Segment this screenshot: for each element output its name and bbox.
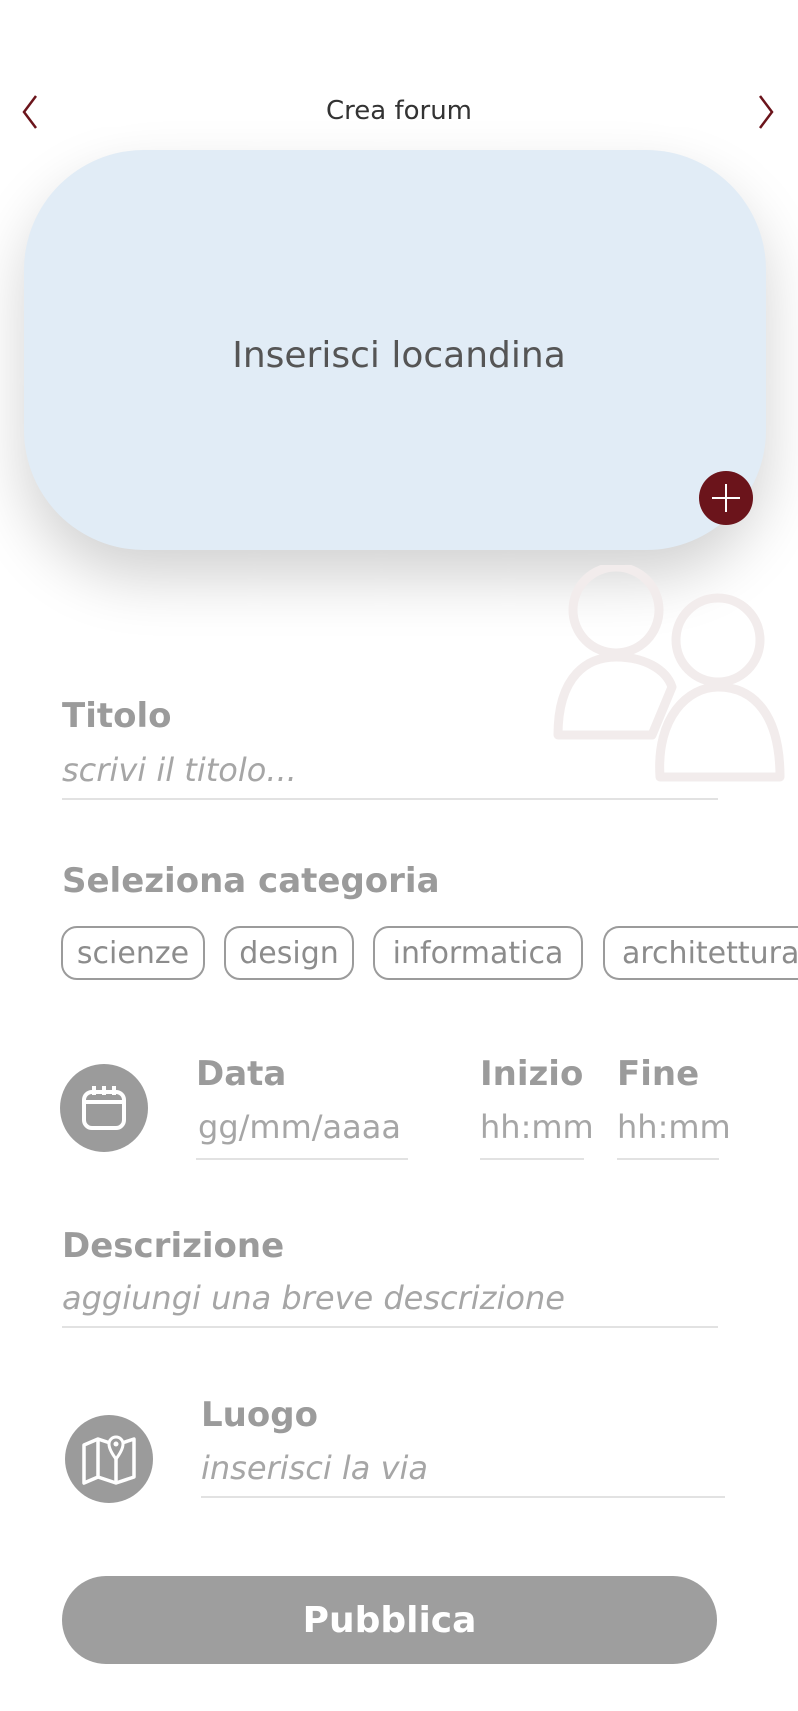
description-input[interactable]: aggiungi una breve descrizione <box>62 1279 565 1317</box>
forward-button[interactable] <box>748 92 784 132</box>
location-input[interactable]: inserisci la via <box>201 1449 428 1487</box>
publish-button[interactable]: Pubblica <box>62 1576 717 1664</box>
date-underline <box>196 1158 408 1160</box>
date-input[interactable]: gg/mm/aaaa <box>198 1108 401 1146</box>
end-label: Fine <box>617 1054 700 1094</box>
users-icon <box>553 565 785 782</box>
location-underline <box>201 1496 725 1498</box>
poster-label: Inserisci locandina <box>232 335 566 376</box>
page-title: Crea forum <box>325 96 473 126</box>
title-label: Titolo <box>62 696 172 736</box>
category-chip-scienze[interactable]: scienze <box>61 926 205 980</box>
end-time-input[interactable]: hh:mm <box>617 1108 731 1146</box>
category-label: Seleziona categoria <box>62 861 440 901</box>
start-label: Inizio <box>480 1054 584 1094</box>
date-label: Data <box>196 1054 287 1094</box>
start-underline <box>480 1158 584 1160</box>
add-poster-button[interactable] <box>699 471 753 525</box>
location-label: Luogo <box>201 1395 318 1435</box>
calendar-icon <box>82 1086 126 1130</box>
map-button[interactable] <box>65 1415 153 1503</box>
calendar-button[interactable] <box>60 1064 148 1152</box>
category-chip-architettura[interactable]: architettura <box>603 926 798 980</box>
title-input[interactable]: scrivi il titolo... <box>62 751 297 789</box>
chevron-right-icon <box>759 95 774 129</box>
plus-icon <box>712 484 740 512</box>
description-underline <box>62 1326 718 1328</box>
category-chip-design[interactable]: design <box>224 926 354 980</box>
map-icon <box>82 1435 136 1485</box>
title-underline <box>62 798 718 800</box>
description-label: Descrizione <box>62 1226 285 1266</box>
end-underline <box>617 1158 719 1160</box>
category-chip-informatica[interactable]: informatica <box>373 926 583 980</box>
start-time-input[interactable]: hh:mm <box>480 1108 594 1146</box>
